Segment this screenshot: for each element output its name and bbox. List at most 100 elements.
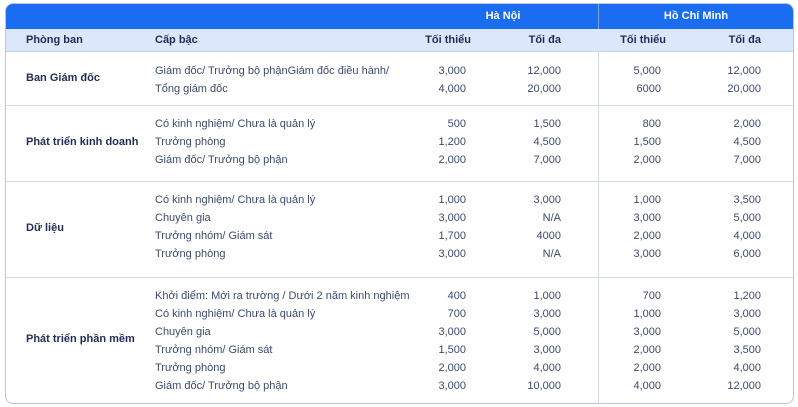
hcm-min-cell: 2,000 <box>633 344 661 356</box>
table-row: Có kinh nghiệm/ Chưa là quản lý 700 3,000 1… <box>6 305 793 323</box>
city-header-hcm: Hồ Chí Minh <box>663 10 729 22</box>
table-row: Trưởng nhóm/ Giám sát 1,700 4000 2,000 4,000 <box>6 227 793 245</box>
hcm-max-cell: 5,000 <box>733 326 761 338</box>
hcm-max-cell: 3,500 <box>733 344 761 356</box>
hcm-max-cell: 12,000 <box>727 65 761 77</box>
hn-max-cell: 5,000 <box>533 326 561 338</box>
hcm-min-cell: 2,000 <box>633 230 661 242</box>
table-row: Tổng giám đốc 4,000 20,000 6000 20,000 <box>6 80 793 98</box>
column-header-row: Phòng ban Cấp bậc Tối thiểu Tối đa Tối t… <box>6 29 793 52</box>
hcm-max-cell: 12,000 <box>727 380 761 392</box>
level-cell: Giám đốc/ Trưởng bộ phậnGiám đốc điều hà… <box>155 65 390 77</box>
hcm-min-cell: 6000 <box>636 83 661 95</box>
table-row: Chuyên gia 3,000 5,000 3,000 5,000 <box>6 323 793 341</box>
hcm-min-cell: 3,000 <box>633 212 661 224</box>
hn-min-cell: 3,000 <box>438 326 466 338</box>
hn-min-cell: 700 <box>447 308 466 320</box>
table-row: Giám đốc/ Trưởng bộ phậnGiám đốc điều hà… <box>6 62 793 80</box>
column-header-hn-max: Tối đa <box>528 34 561 46</box>
level-cell: Giám đốc/ Trưởng bộ phận <box>155 154 288 166</box>
hcm-max-cell: 4,000 <box>733 362 761 374</box>
hcm-min-cell: 5,000 <box>633 65 661 77</box>
table-row: Trưởng nhóm/ Giám sát 1,500 3,000 2,000 3,50… <box>6 341 793 359</box>
hn-max-cell: 12,000 <box>527 65 561 77</box>
level-cell: Có kinh nghiệm/ Chưa là quản lý <box>155 118 316 130</box>
hn-max-cell: N/A <box>542 248 561 260</box>
hcm-min-cell: 2,000 <box>633 154 661 166</box>
level-cell: Trưởng phòng <box>155 362 226 374</box>
hcm-max-cell: 4,000 <box>733 230 761 242</box>
level-cell: Tổng giám đốc <box>155 83 228 95</box>
hn-min-cell: 3,000 <box>438 380 466 392</box>
hn-max-cell: 10,000 <box>527 380 561 392</box>
hcm-max-cell: 4,500 <box>733 136 761 148</box>
hn-min-cell: 2,000 <box>438 154 466 166</box>
hcm-max-cell: 1,200 <box>733 290 761 302</box>
hn-max-cell: 20,000 <box>527 83 561 95</box>
hn-max-cell: 1,000 <box>533 290 561 302</box>
hcm-min-cell: 3,000 <box>633 248 661 260</box>
hn-max-cell: 3,000 <box>533 308 561 320</box>
level-cell: Khởi điểm: Mới ra trường / Dưới 2 năm ki… <box>155 290 410 302</box>
hn-max-cell: 1,500 <box>533 118 561 130</box>
column-header-hn-min: Tối thiểu <box>425 34 471 46</box>
level-cell: Có kinh nghiệm/ Chưa là quản lý <box>155 308 316 320</box>
column-header-hcm-min: Tối thiểu <box>620 34 666 46</box>
column-header-level: Cấp bậc <box>155 34 198 46</box>
city-header-hanoi: Hà Nội <box>485 10 521 22</box>
department-group: Phát triển phần mềm Khởi điểm: Mới ra trư… <box>6 277 793 403</box>
hcm-min-cell: 3,000 <box>633 326 661 338</box>
salary-table: Hà Nội Hồ Chí Minh Phòng ban Cấp bậc Tối… <box>5 3 794 404</box>
hn-max-cell: N/A <box>542 212 561 224</box>
hcm-min-cell: 1,500 <box>633 136 661 148</box>
table-row: Trưởng phòng 2,000 4,000 2,000 4,000 <box>6 359 793 377</box>
hn-max-cell: 4000 <box>536 230 561 242</box>
table-row: Có kinh nghiệm/ Chưa là quản lý 1,000 3,00… <box>6 191 793 209</box>
hcm-max-cell: 7,000 <box>733 154 761 166</box>
level-cell: Trưởng nhóm/ Giám sát <box>155 344 273 356</box>
level-cell: Có kinh nghiệm/ Chưa là quản lý <box>155 194 316 206</box>
hcm-min-cell: 1,000 <box>633 308 661 320</box>
hcm-max-cell: 6,000 <box>733 248 761 260</box>
hcm-min-cell: 700 <box>642 290 661 302</box>
hn-max-cell: 4,000 <box>533 362 561 374</box>
hn-max-cell: 4,500 <box>533 136 561 148</box>
hcm-min-cell: 4,000 <box>633 380 661 392</box>
hn-min-cell: 3,000 <box>438 212 466 224</box>
hcm-min-cell: 1,000 <box>633 194 661 206</box>
hn-min-cell: 1,500 <box>438 344 466 356</box>
hcm-max-cell: 3,000 <box>733 308 761 320</box>
column-header-department: Phòng ban <box>26 34 83 46</box>
hcm-min-cell: 2,000 <box>633 362 661 374</box>
hcm-max-cell: 20,000 <box>727 83 761 95</box>
hn-min-cell: 1,000 <box>438 194 466 206</box>
city-header-row: Hà Nội Hồ Chí Minh <box>6 4 793 29</box>
table-row: Chuyên gia 3,000 N/A 3,000 5,000 <box>6 209 793 227</box>
table-row: Có kinh nghiệm/ Chưa là quản lý 500 1,500 8… <box>6 115 793 133</box>
hcm-max-cell: 5,000 <box>733 212 761 224</box>
hn-min-cell: 3,000 <box>438 65 466 77</box>
table-row: Giám đốc/ Trưởng bộ phận 2,000 7,000 2,000 7… <box>6 151 793 169</box>
level-cell: Trưởng phòng <box>155 248 226 260</box>
table-row: Giám đốc/ Trưởng bộ phận 3,000 10,000 4,000… <box>6 377 793 395</box>
hn-min-cell: 4,000 <box>438 83 466 95</box>
table-row: Trưởng phòng 3,000 N/A 3,000 6,000 <box>6 245 793 263</box>
hn-min-cell: 1,200 <box>438 136 466 148</box>
hn-min-cell: 2,000 <box>438 362 466 374</box>
hcm-min-cell: 800 <box>642 118 661 130</box>
level-cell: Trưởng nhóm/ Giám sát <box>155 230 273 242</box>
department-group: Phát triển kinh doanh Có kinh nghiệm/ Chư… <box>6 105 793 182</box>
level-cell: Chuyên gia <box>155 212 211 224</box>
hcm-max-cell: 3,500 <box>733 194 761 206</box>
department-group: Ban Giám đốc Giám đốc/ Trưởng bộ phậnGiám… <box>6 52 793 106</box>
table-row: Khởi điểm: Mới ra trường / Dưới 2 năm ki… <box>6 287 793 305</box>
hn-min-cell: 500 <box>447 118 466 130</box>
table-row: Trưởng phòng 1,200 4,500 1,500 4,500 <box>6 133 793 151</box>
hn-max-cell: 3,000 <box>533 194 561 206</box>
hn-max-cell: 7,000 <box>533 154 561 166</box>
hn-min-cell: 400 <box>447 290 466 302</box>
hcm-max-cell: 2,000 <box>733 118 761 130</box>
hn-min-cell: 3,000 <box>438 248 466 260</box>
hn-max-cell: 3,000 <box>533 344 561 356</box>
level-cell: Giám đốc/ Trưởng bộ phận <box>155 380 288 392</box>
